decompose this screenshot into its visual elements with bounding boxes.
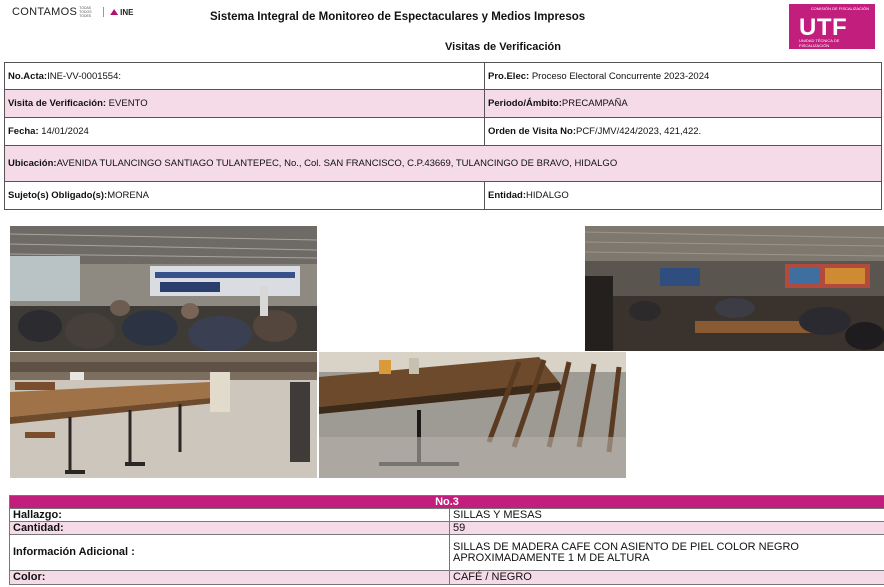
visit-info-table: No.Acta:INE-VV-0001554: Pro.Elec: Proces…	[4, 62, 882, 210]
fecha-value: 14/01/2024	[38, 126, 89, 137]
event-photo-2	[585, 226, 884, 351]
proceso-cell: Pro.Elec: Proceso Electoral Concurrente …	[484, 62, 882, 90]
finding-table: No.3 Hallazgo: SILLAS Y MESAS Cantidad: …	[9, 495, 884, 585]
system-title: Sistema Integral de Monitoreo de Especta…	[210, 11, 586, 23]
utf-logo-sub-text: UNIDAD TÉCNICA DE FISCALIZACIÓN	[799, 38, 840, 48]
entidad-value: HIDALGO	[526, 190, 569, 201]
cantidad-value: 59	[449, 521, 884, 535]
color-value: CAFÉ / NEGRO	[449, 570, 884, 585]
ine-mark-icon	[110, 9, 119, 15]
orden-value: PCF/JMV/424/2023, 421,422.	[575, 126, 702, 137]
color-label: Color:	[9, 570, 450, 585]
informacion-adicional-label: Información Adicional :	[9, 534, 450, 571]
brand-divider	[103, 7, 105, 17]
hallazgo-value: SILLAS Y MESAS	[449, 508, 884, 522]
fecha-cell: Fecha: 14/01/2024	[4, 117, 485, 146]
event-photo-1	[10, 226, 317, 351]
sujeto-cell: Sujeto(s) Obligado(s):MORENA	[4, 181, 485, 210]
visita-label: Visita de Verificación:	[8, 98, 107, 109]
brand-small-text: TODAS TODOS TODES	[79, 6, 92, 18]
periodo-value: PRECAMPAÑA	[561, 98, 628, 109]
acta-label: No.Acta:	[8, 70, 48, 82]
tables-photo-2	[319, 352, 626, 478]
utf-logo: COMISIÓN DE FISCALIZACIÓN UTF UNIDAD TÉC…	[789, 4, 875, 49]
orden-cell: Orden de Visita No:PCF/JMV/424/2023, 421…	[484, 117, 882, 146]
ubicacion-label: Ubicación:	[8, 157, 57, 169]
contamos-ine-logo: CONTAMOS TODAS TODOS TODES INE	[12, 4, 133, 20]
proceso-label: Pro.Elec:	[488, 70, 530, 82]
sujeto-label: Sujeto(s) Obligado(s):	[8, 190, 108, 201]
hallazgo-label: Hallazgo:	[9, 508, 450, 522]
entidad-cell: Entidad:HIDALGO	[484, 181, 882, 210]
visita-cell: Visita de Verificación: EVENTO	[4, 89, 485, 118]
ubicacion-value: AVENIDA TULANCINGO SANTIAGO TULANTEPEC, …	[56, 157, 618, 169]
cantidad-label: Cantidad:	[9, 521, 450, 535]
fecha-label: Fecha:	[8, 126, 39, 137]
document-subtitle: Visitas de Verificación	[445, 41, 561, 53]
ubicacion-cell: Ubicación:AVENIDA TULANCINGO SANTIAGO TU…	[4, 145, 882, 182]
visita-value: EVENTO	[106, 98, 148, 109]
entidad-label: Entidad:	[488, 190, 526, 201]
utf-logo-top-text: COMISIÓN DE FISCALIZACIÓN	[810, 6, 869, 11]
brand-ine: INE	[120, 7, 134, 17]
brand-word: CONTAMOS	[12, 6, 78, 18]
finding-number: No.3	[9, 495, 884, 509]
periodo-label: Periodo/Ámbito:	[488, 98, 562, 109]
periodo-cell: Periodo/Ámbito:PRECAMPAÑA	[484, 89, 882, 118]
acta-cell: No.Acta:INE-VV-0001554:	[4, 62, 485, 90]
acta-value: INE-VV-0001554:	[47, 70, 121, 82]
tables-photo-1	[10, 352, 317, 478]
informacion-adicional-value: SILLAS DE MADERA CAFE CON ASIENTO DE PIE…	[449, 534, 884, 571]
proceso-value: Proceso Electoral Concurrente 2023-2024	[529, 70, 710, 82]
orden-label: Orden de Visita No:	[488, 126, 576, 137]
sujeto-value: MORENA	[107, 190, 149, 201]
